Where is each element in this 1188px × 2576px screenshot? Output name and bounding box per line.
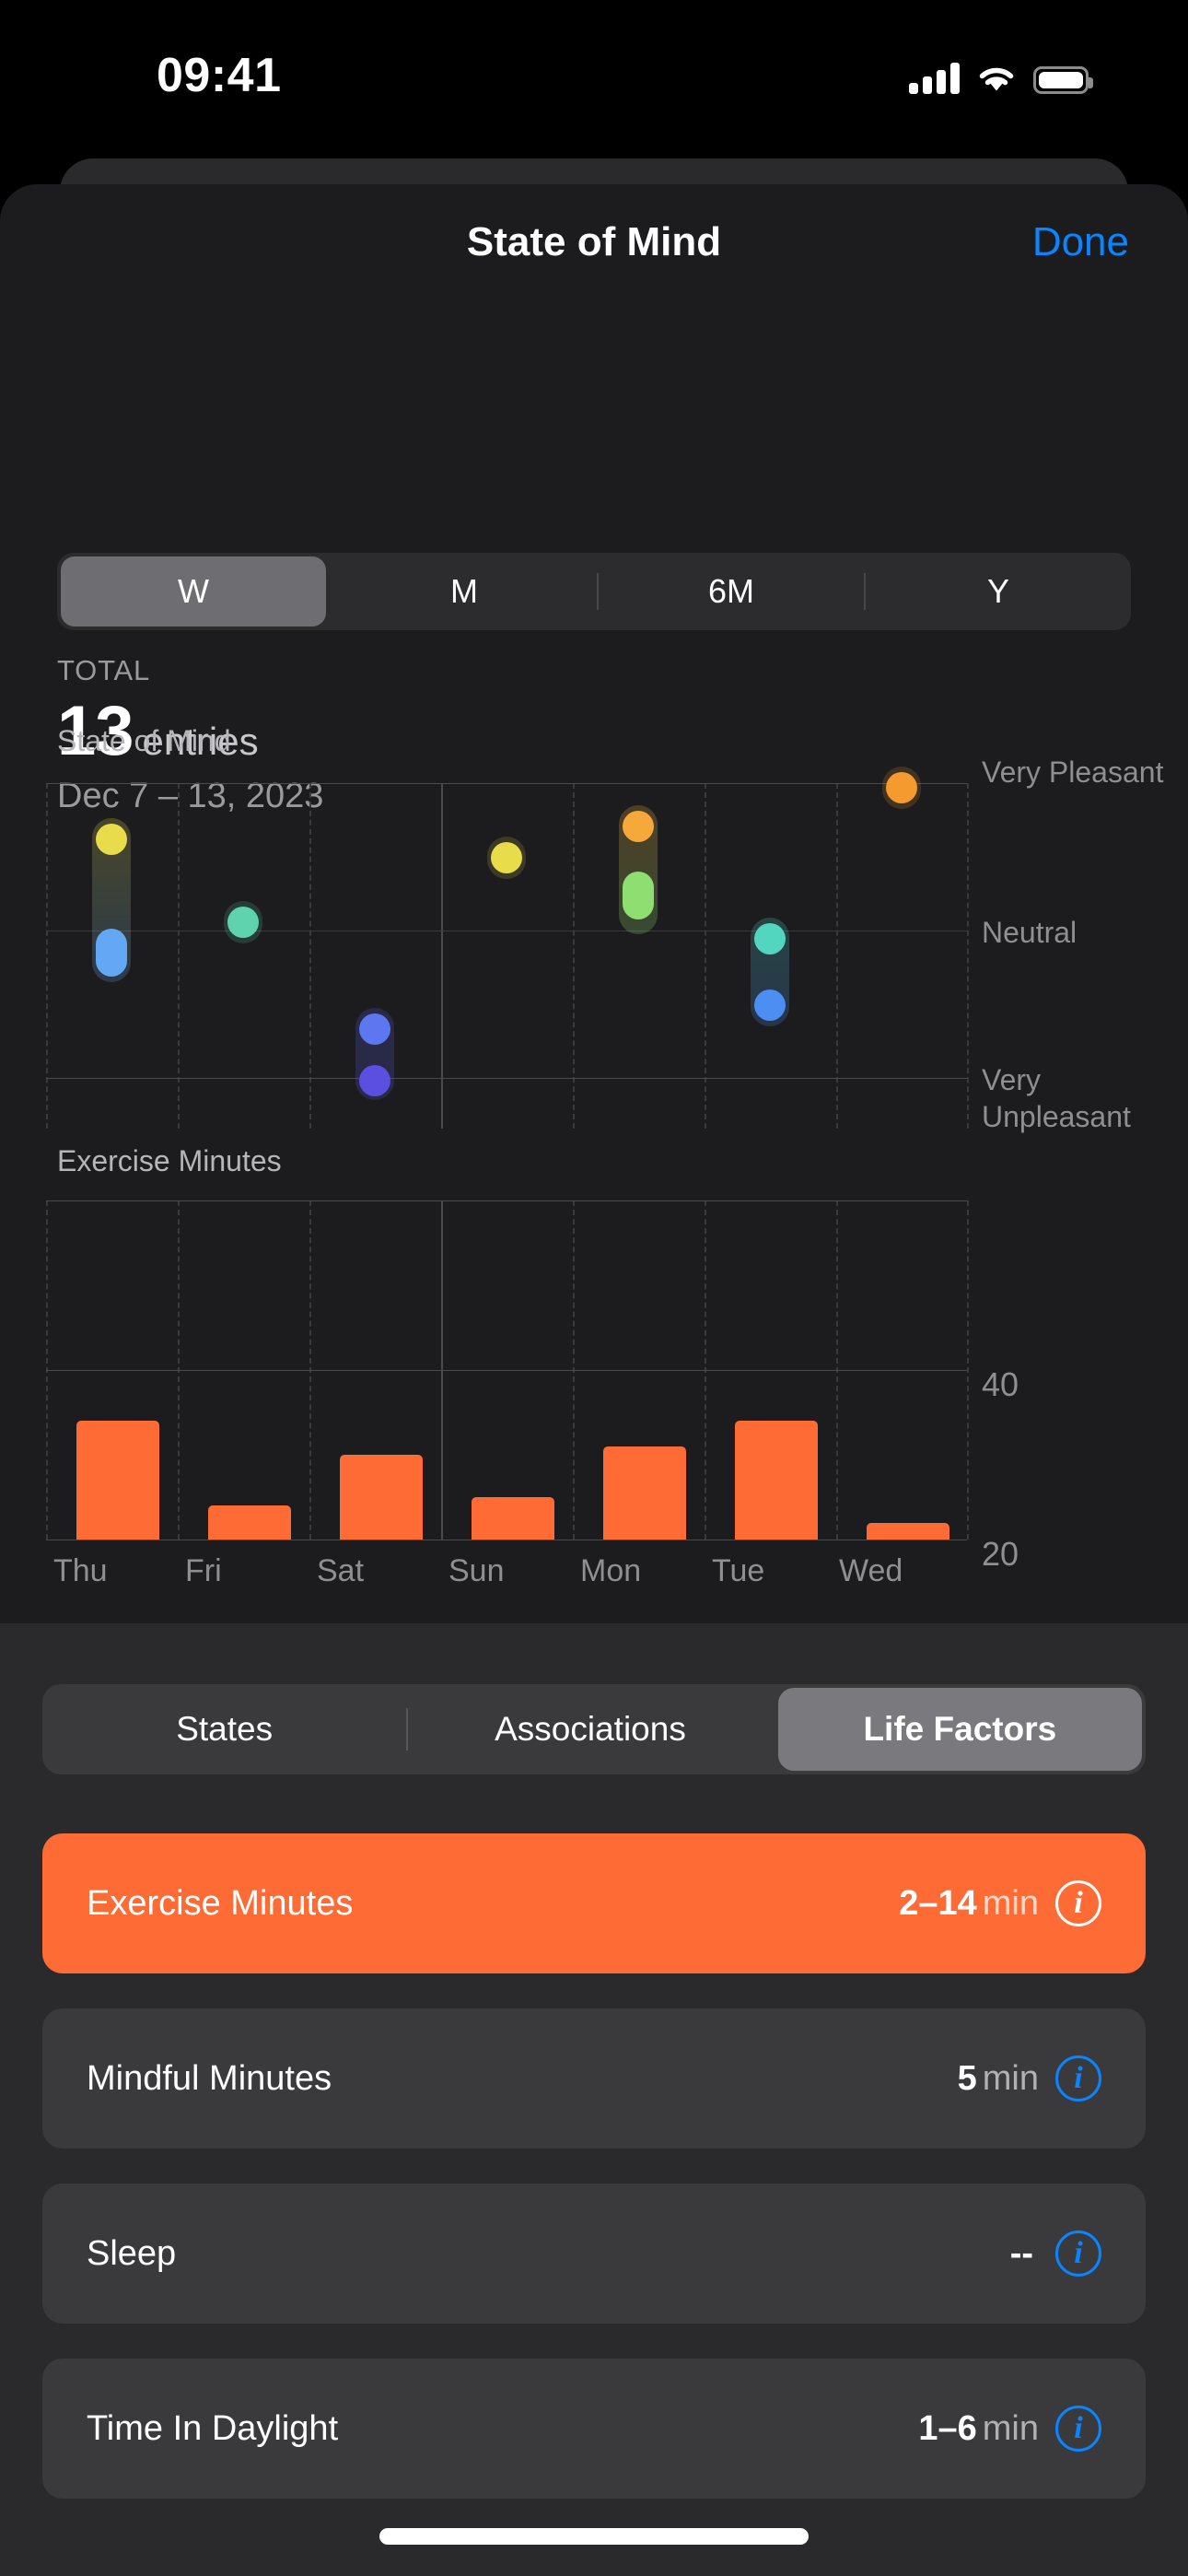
- done-button[interactable]: Done: [1032, 219, 1129, 265]
- life-factor-row-exercise-minutes[interactable]: Exercise Minutes 2–14 min i: [42, 1833, 1146, 1973]
- xlabel-tue: Tue: [712, 1553, 765, 1588]
- detail-tabs-segmented-control[interactable]: States Associations Life Factors: [42, 1684, 1146, 1774]
- xlabel-sat: Sat: [317, 1553, 365, 1588]
- life-factor-row-mindful-minutes[interactable]: Mindful Minutes 5 min i: [42, 2008, 1146, 2149]
- bar-sat[interactable]: [340, 1455, 423, 1540]
- exercise-ytick-40: 40: [982, 1365, 1019, 1403]
- exercise-ytick-20: 20: [982, 1535, 1019, 1573]
- status-bar-indicators: [909, 57, 1093, 94]
- grid-line-v: [309, 783, 311, 1129]
- life-factor-unit: min: [982, 2408, 1039, 2448]
- mood-ytick-neutral: Neutral: [982, 916, 1077, 949]
- bar-mon[interactable]: [603, 1446, 686, 1540]
- life-factor-value: 5: [957, 2058, 977, 2098]
- status-bar: 09:41: [0, 0, 1188, 157]
- mood-dot-fri-1[interactable]: [227, 907, 259, 938]
- bar-sun[interactable]: [472, 1497, 554, 1540]
- life-factor-unit: min: [982, 1883, 1039, 1923]
- life-factor-value: 1–6: [918, 2408, 977, 2448]
- life-factor-name: Exercise Minutes: [87, 1883, 354, 1923]
- info-icon[interactable]: i: [1055, 2406, 1101, 2452]
- life-factor-value-group: 2–14 min i: [899, 1833, 1101, 1973]
- grid-line-very-unpleasant: [46, 1078, 967, 1079]
- life-factor-value: 2–14: [899, 1883, 977, 1923]
- grid-line-v: [836, 783, 838, 1129]
- mood-dot-thu-2[interactable]: [96, 929, 127, 977]
- mood-dot-tue-2[interactable]: [754, 989, 786, 1021]
- mood-dot-mon-1[interactable]: [623, 811, 654, 842]
- summary-total-label: TOTAL: [57, 654, 151, 686]
- grid-line-v: [967, 783, 969, 1129]
- tab-life-factors[interactable]: Life Factors: [777, 1688, 1142, 1771]
- mood-dot-sun-1[interactable]: [491, 842, 522, 873]
- page-title: State of Mind: [466, 219, 722, 264]
- mood-dot-mon-2[interactable]: [623, 872, 654, 919]
- life-factor-unit: min: [982, 2058, 1039, 2098]
- cellular-signal-icon: [909, 63, 960, 94]
- bar-tue[interactable]: [735, 1421, 818, 1540]
- grid-line-v-week: [441, 783, 443, 1129]
- grid-line-very-pleasant: [46, 783, 967, 784]
- tab-states[interactable]: States: [42, 1688, 406, 1771]
- mood-chart-plot: [46, 767, 969, 1129]
- life-factor-row-sleep[interactable]: Sleep -- i: [42, 2184, 1146, 2324]
- life-factor-value-group: 5 min i: [958, 2008, 1101, 2149]
- range-option-6m[interactable]: 6M: [599, 556, 864, 626]
- mood-chart-title: State of Mind: [57, 724, 231, 757]
- mood-ytick-very-unpleasant: Very Unpleasant: [982, 1063, 1131, 1133]
- life-factor-value-group: 1–6 min i: [918, 2359, 1101, 2499]
- info-icon[interactable]: i: [1055, 1880, 1101, 1926]
- info-icon[interactable]: i: [1055, 2055, 1101, 2102]
- grid-line-v: [705, 783, 706, 1129]
- home-indicator[interactable]: [379, 2528, 809, 2545]
- bar-fri[interactable]: [208, 1505, 291, 1540]
- life-factor-value-group: -- i: [1010, 2184, 1101, 2324]
- range-option-y[interactable]: Y: [866, 556, 1131, 626]
- grid-line-40: [46, 1200, 967, 1201]
- xlabel-sun: Sun: [448, 1553, 505, 1588]
- bar-thu[interactable]: [76, 1421, 159, 1540]
- navigation-bar: State of Mind Done: [0, 184, 1188, 304]
- mood-dot-tue-1[interactable]: [754, 923, 786, 954]
- life-factor-name: Time In Daylight: [87, 2408, 339, 2448]
- life-factors-panel: States Associations Life Factors Exercis…: [0, 1623, 1188, 2576]
- grid-line-v: [967, 1200, 969, 1540]
- battery-icon: [1033, 66, 1093, 94]
- xlabel-fri: Fri: [185, 1553, 222, 1588]
- grid-line-v: [46, 783, 48, 1129]
- life-factor-name: Mindful Minutes: [87, 2058, 332, 2098]
- exercise-chart-title: Exercise Minutes: [57, 1144, 282, 1177]
- bar-wed[interactable]: [867, 1523, 949, 1540]
- life-factor-value: --: [1009, 2233, 1033, 2273]
- range-option-m[interactable]: M: [332, 556, 597, 626]
- tab-associations[interactable]: Associations: [408, 1688, 772, 1771]
- phone-screen: 09:41 State of Mind Done W M 6M Y TOTAL …: [0, 0, 1188, 2576]
- xlabel-thu: Thu: [53, 1553, 108, 1588]
- xlabel-wed: Wed: [839, 1553, 903, 1588]
- mood-dot-wed-1[interactable]: [886, 772, 917, 803]
- xlabel-mon: Mon: [580, 1553, 642, 1588]
- range-option-w[interactable]: W: [61, 556, 326, 626]
- life-factor-name: Sleep: [87, 2233, 177, 2273]
- info-icon[interactable]: i: [1055, 2231, 1101, 2277]
- exercise-chart-plot: [46, 1200, 969, 1540]
- mood-dot-thu-1[interactable]: [96, 824, 127, 855]
- life-factor-row-time-in-daylight[interactable]: Time In Daylight 1–6 min i: [42, 2359, 1146, 2499]
- grid-line-20: [46, 1370, 967, 1371]
- status-bar-time: 09:41: [157, 49, 282, 102]
- grid-line-v: [178, 783, 180, 1129]
- mood-dot-sat-2[interactable]: [359, 1065, 390, 1096]
- mood-dot-sat-1[interactable]: [359, 1013, 390, 1045]
- grid-line-v: [573, 783, 575, 1129]
- mood-ytick-very-pleasant: Very Pleasant: [982, 755, 1164, 789]
- wifi-icon: [976, 63, 1017, 94]
- time-range-segmented-control[interactable]: W M 6M Y: [57, 553, 1131, 630]
